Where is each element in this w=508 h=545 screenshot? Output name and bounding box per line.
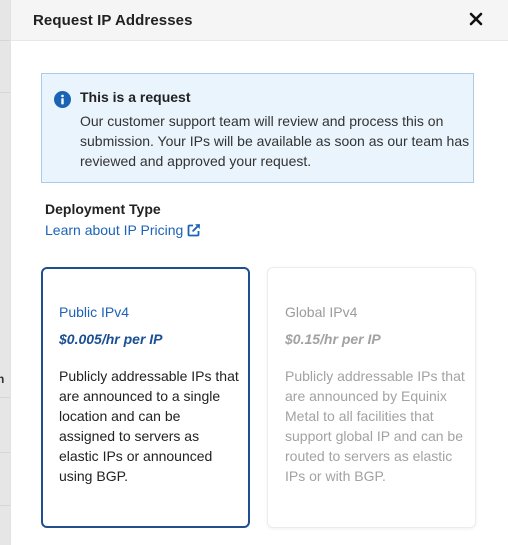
info-text: Our customer support team will review an… — [80, 113, 470, 169]
background-divider — [0, 40, 10, 41]
info-alert: This is a request Our customer support t… — [41, 73, 474, 183]
background-divider — [0, 452, 10, 453]
modal-title: Request IP Addresses — [33, 12, 193, 29]
ip-pricing-link-label: Learn about IP Pricing — [45, 222, 184, 238]
close-icon — [469, 12, 483, 26]
option-name: Global IPv4 — [285, 304, 358, 320]
option-card-global-ipv4: Global IPv4 $0.15/hr per IP Publicly add… — [267, 267, 476, 528]
info-title: This is a request — [80, 89, 191, 105]
option-name: Public IPv4 — [59, 304, 130, 320]
background-divider — [0, 397, 10, 398]
background-app-panel: n — [0, 0, 10, 545]
info-icon — [54, 91, 71, 108]
background-divider — [0, 92, 10, 93]
external-link-icon — [187, 224, 201, 237]
option-description: Publicly addressable IPs that are announ… — [59, 368, 239, 484]
background-text-fragment: n — [0, 372, 5, 386]
option-price: $0.15/hr per IP — [285, 331, 381, 347]
ip-pricing-link[interactable]: Learn about IP Pricing — [45, 222, 201, 238]
close-button[interactable] — [468, 11, 484, 27]
request-ip-modal: Request IP Addresses This is a request O… — [10, 0, 508, 545]
background-divider — [0, 505, 10, 506]
modal-header: Request IP Addresses — [11, 0, 508, 41]
option-card-public-ipv4[interactable]: Public IPv4 $0.005/hr per IP Publicly ad… — [41, 267, 250, 528]
option-description: Publicly addressable IPs that are announ… — [285, 368, 465, 484]
deployment-type-label: Deployment Type — [45, 201, 161, 217]
option-price: $0.005/hr per IP — [59, 331, 163, 347]
